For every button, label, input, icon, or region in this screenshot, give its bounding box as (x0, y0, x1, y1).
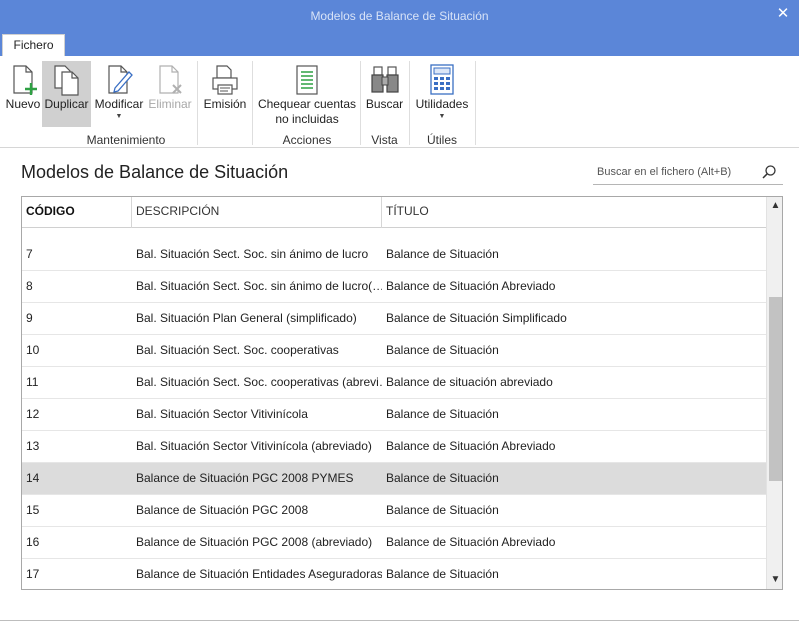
cell-codigo: 10 (26, 343, 40, 357)
chevron-down-icon: ▼ (115, 113, 123, 120)
ribbon: Nuevo Duplicar Modificar ▼ Eliminar Emis… (0, 56, 799, 148)
cell-codigo: 7 (26, 247, 33, 261)
table-row[interactable]: 7 Bal. Situación Sect. Soc. sin ánimo de … (22, 239, 766, 271)
cell-descripcion: Balance de Situación Entidades Asegurado… (136, 567, 382, 581)
page-title: Modelos de Balance de Situación (21, 162, 289, 182)
column-header-descripcion[interactable]: DESCRIPCIÓN (132, 197, 382, 228)
table-row[interactable]: 14 Balance de Situación PGC 2008 PYMES Bal… (22, 463, 766, 495)
chequear-label-1: Chequear cuentas (257, 97, 357, 111)
search-input[interactable] (597, 164, 757, 180)
cell-descripcion: Balance de Situación PGC 2008 (abreviado… (136, 535, 373, 549)
emision-label: Emisión (203, 97, 247, 111)
utilidades-label: Utilidades (415, 97, 469, 111)
cell-titulo: Balance de Situación (386, 471, 499, 485)
cell-codigo: 17 (26, 567, 40, 581)
cell-codigo: 12 (26, 407, 40, 421)
column-header-codigo[interactable]: CÓDIGO (22, 197, 132, 228)
cell-titulo: Balance de situación abreviado (386, 375, 553, 389)
scroll-up-icon[interactable]: ▲ (767, 198, 782, 214)
close-icon[interactable]: ✕ (773, 4, 793, 24)
chevron-down-icon: ▼ (438, 113, 446, 120)
scroll-down-icon[interactable]: ▼ (767, 572, 782, 588)
cell-descripcion: Bal. Situación Sect. Soc. sin ánimo de l… (136, 279, 382, 293)
emision-button[interactable]: Emisión (202, 61, 248, 127)
new-document-icon (13, 65, 37, 95)
duplicate-icon (53, 65, 79, 96)
table-header: CÓDIGO DESCRIPCIÓN TÍTULO (22, 197, 766, 228)
cell-titulo: Balance de Situación (386, 407, 499, 421)
calculator-icon (430, 64, 454, 95)
checklist-document-icon (296, 65, 318, 95)
cell-descripcion: Balance de Situación PGC 2008 (136, 503, 309, 517)
cell-codigo: 16 (26, 535, 40, 549)
cell-descripcion: Bal. Situación Plan General (simplificad… (136, 311, 357, 325)
cell-descripcion: Bal. Situación Sect. Soc. cooperativas (… (136, 375, 382, 389)
nuevo-label: Nuevo (5, 97, 41, 111)
table-row[interactable]: 8 Bal. Situación Sect. Soc. sin ánimo de … (22, 271, 766, 303)
table-row[interactable]: 15 Balance de Situación PGC 2008 Balance d… (22, 495, 766, 527)
ribbon-separator (475, 61, 476, 145)
group-label-utiles: Útiles (426, 133, 457, 147)
delete-document-icon (159, 65, 182, 94)
eliminar-label: Eliminar (148, 97, 192, 111)
chequear-label-2: no incluidas (275, 112, 339, 126)
utilidades-button[interactable]: Utilidades ▼ (413, 61, 471, 127)
table-row[interactable]: 10 Bal. Situación Sect. Soc. cooperativas… (22, 335, 766, 367)
cell-titulo: Balance de Situación (386, 503, 499, 517)
duplicar-button[interactable]: Duplicar (42, 61, 91, 127)
table-row[interactable]: 11 Bal. Situación Sect. Soc. cooperativas… (22, 367, 766, 399)
ribbon-separator (360, 61, 361, 145)
search-box (593, 160, 783, 185)
table-row[interactable]: 12 Bal. Situación Sector Vitivinícola Bala… (22, 399, 766, 431)
cell-descripcion: Bal. Situación Sect. Soc. cooperativas (136, 343, 339, 357)
group-label-vista: Vista (371, 133, 398, 147)
bottom-divider (0, 620, 799, 621)
cell-titulo: Balance de Situación (386, 343, 499, 357)
group-label-mantenimiento: Mantenimiento (86, 133, 166, 147)
modificar-button[interactable]: Modificar ▼ (92, 61, 146, 127)
ribbon-separator (252, 61, 253, 145)
printer-icon (212, 65, 238, 95)
cell-codigo: 11 (26, 375, 39, 389)
scrollbar-thumb[interactable] (769, 297, 782, 481)
balance-models-table: CÓDIGO DESCRIPCIÓN TÍTULO 7 Bal. Situació… (21, 196, 783, 590)
binoculars-icon (370, 66, 399, 93)
table-row[interactable]: 17 Balance de Situación Entidades Asegura… (22, 559, 766, 589)
window-title: Modelos de Balance de Situación (310, 9, 489, 23)
ribbon-tab-strip: Fichero (0, 32, 799, 56)
cell-titulo: Balance de Situación Abreviado (386, 535, 556, 549)
cell-descripcion: Balance de Situación PGC 2008 PYMES (136, 471, 354, 485)
vertical-scrollbar[interactable]: ▲ ▼ (766, 197, 782, 589)
chequear-cuentas-button[interactable]: Chequear cuentas no incluidas (257, 61, 357, 131)
modificar-label: Modificar (94, 97, 144, 111)
nuevo-button[interactable]: Nuevo (4, 61, 42, 127)
cell-titulo: Balance de Situación Abreviado (386, 439, 556, 453)
cell-descripcion: Bal. Situación Sector Vitivinícola (abre… (136, 439, 372, 453)
title-bar: Modelos de Balance de Situación ✕ (0, 0, 799, 32)
ribbon-separator (409, 61, 410, 145)
cell-titulo: Balance de Situación (386, 247, 499, 261)
buscar-button[interactable]: Buscar (363, 61, 406, 127)
edit-document-icon (108, 65, 133, 94)
cell-titulo: Balance de Situación Abreviado (386, 279, 556, 293)
cell-descripcion: Bal. Situación Sect. Soc. sin ánimo de l… (136, 247, 369, 261)
cell-codigo: 15 (26, 503, 40, 517)
table-row[interactable]: 16 Balance de Situación PGC 2008 (abrevia… (22, 527, 766, 559)
buscar-label: Buscar (365, 97, 404, 111)
cell-codigo: 8 (26, 279, 33, 293)
search-icon[interactable] (761, 164, 777, 180)
cell-titulo: Balance de Situación (386, 567, 499, 581)
duplicar-label: Duplicar (44, 97, 89, 111)
eliminar-button[interactable]: Eliminar (147, 61, 193, 127)
table-row[interactable]: 9 Bal. Situación Plan General (simplifica… (22, 303, 766, 335)
cell-codigo: 13 (26, 439, 40, 453)
column-header-titulo[interactable]: TÍTULO (382, 197, 766, 228)
cell-codigo: 9 (26, 311, 33, 325)
table-row[interactable]: 13 Bal. Situación Sector Vitivinícola (ab… (22, 431, 766, 463)
cell-codigo: 14 (26, 471, 40, 485)
cell-titulo: Balance de Situación Simplificado (386, 311, 567, 325)
group-label-acciones: Acciones (282, 133, 332, 147)
cell-descripcion: Bal. Situación Sector Vitivinícola (136, 407, 308, 421)
tab-fichero[interactable]: Fichero (2, 34, 65, 56)
